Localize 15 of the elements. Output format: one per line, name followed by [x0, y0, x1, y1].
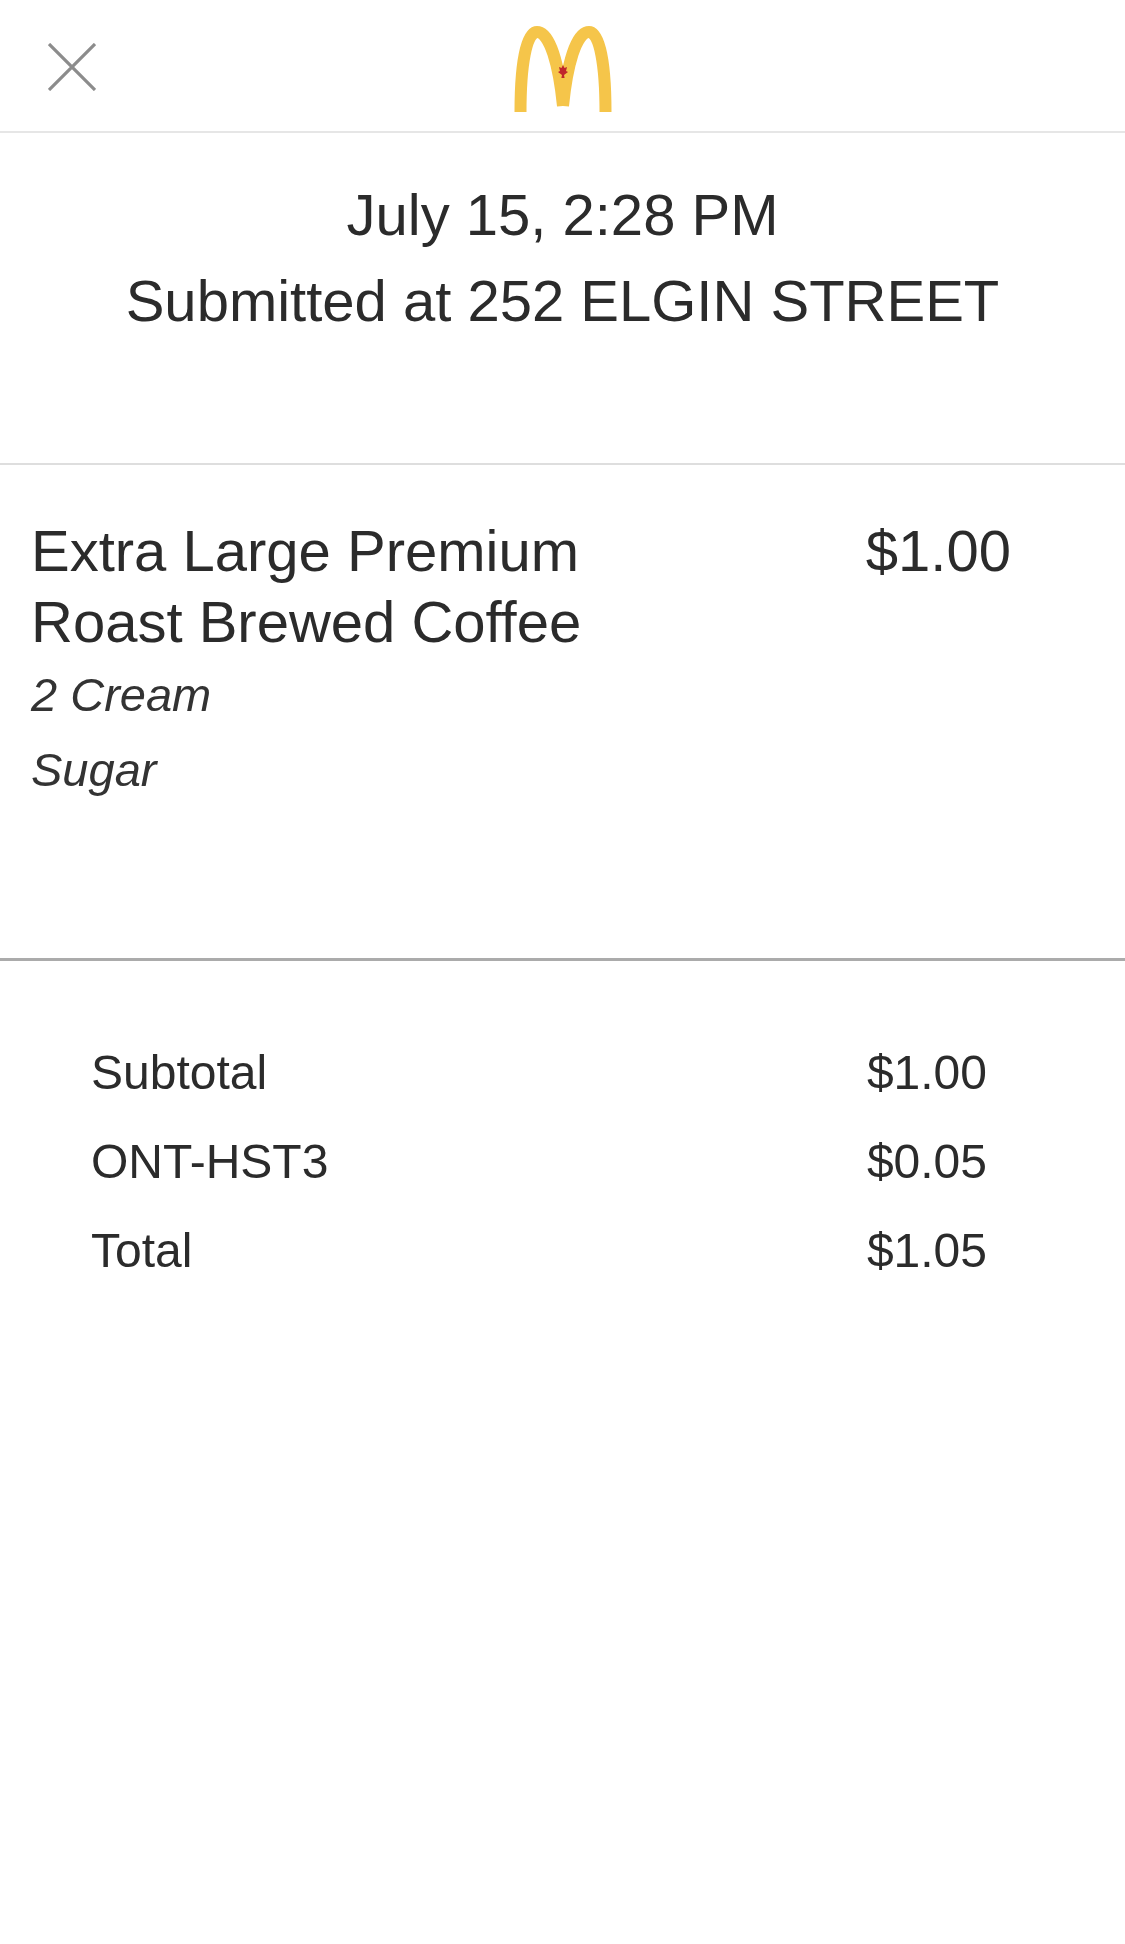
order-location: Submitted at 252 ELGIN STREET: [125, 267, 1000, 335]
total-amount: $1.05: [866, 1223, 987, 1279]
total-label: Subtotal: [91, 1045, 268, 1101]
total-amount: $0.05: [866, 1134, 987, 1190]
order-time: July 15, 2:28 PM: [346, 181, 779, 249]
item-modifier: 2 Cream: [31, 667, 213, 723]
arches-logo-icon: [513, 26, 612, 112]
total-label: Total: [91, 1223, 193, 1279]
total-label: ONT-HST3: [91, 1134, 329, 1190]
item-price: $1.00: [865, 517, 1011, 585]
item-name: Extra Large Premium Roast Brewed Coffee: [31, 517, 583, 656]
close-icon: [48, 43, 96, 91]
item-modifier: Sugar: [31, 742, 159, 798]
total-amount: $1.00: [866, 1045, 987, 1101]
close-button[interactable]: [48, 43, 96, 91]
